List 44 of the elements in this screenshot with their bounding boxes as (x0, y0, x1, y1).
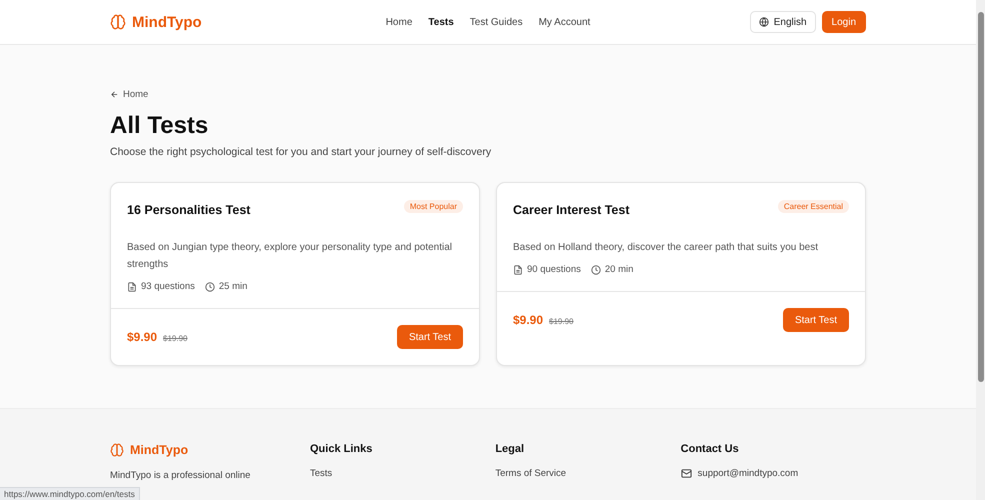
document-icon (127, 282, 137, 292)
back-link[interactable]: Home (110, 89, 866, 100)
old-price: $19.90 (163, 334, 188, 343)
footer-link[interactable]: Terms of Service (495, 468, 681, 479)
question-count: 90 questions (527, 264, 581, 275)
nav-link[interactable]: Home (386, 16, 412, 28)
footer-heading: Quick Links (310, 443, 374, 455)
question-count: 93 questions (141, 281, 195, 292)
clock-icon (590, 264, 601, 274)
test-badge: Career Essential (778, 200, 849, 213)
test-duration: 25 min (218, 281, 248, 292)
test-duration: 20 min (604, 264, 634, 275)
page-subtitle: Choose the right psychological test for you and start your journey of self-discovery (110, 146, 492, 158)
arrow-left-icon (110, 90, 119, 99)
price: $9.90 (127, 330, 158, 344)
clock-icon (204, 282, 215, 292)
globe-icon (758, 17, 769, 27)
start-test-button[interactable]: Start Test (396, 325, 463, 349)
nav-link[interactable]: Tests (428, 16, 454, 28)
footer-link[interactable]: Tests (310, 468, 496, 479)
language-button[interactable]: English (750, 11, 816, 33)
logo[interactable]: MindTypo (110, 14, 310, 30)
start-test-button[interactable]: Start Test (782, 308, 849, 332)
test-description: Based on Holland theory, discover the career path that suits you best (513, 241, 819, 255)
old-price: $19.90 (549, 317, 574, 326)
footer-heading: Legal (495, 443, 526, 455)
nav-link[interactable]: My Account (538, 16, 590, 28)
scrollbar[interactable] (976, 0, 985, 500)
test-name: 16 Personalities Test (127, 203, 250, 217)
footer-heading: Contact Us (680, 443, 740, 455)
test-badge: Most Popular (404, 200, 463, 213)
status-url: https://www.mindtypo.com/en/tests (0, 487, 140, 500)
price: $9.90 (513, 313, 544, 327)
contact-email[interactable]: support@mindtypo.com (698, 468, 798, 479)
login-button[interactable]: Login (822, 11, 866, 33)
test-description: Based on Jungian type theory, explore your personality type and potential strengths (127, 241, 454, 272)
nav-link[interactable]: Test Guides (470, 16, 523, 28)
mail-icon (680, 468, 692, 479)
page-title: All Tests (110, 112, 210, 140)
test-name: Career Interest Test (513, 203, 630, 217)
about-text: MindTypo is a professional online (110, 470, 252, 481)
brain-icon (110, 14, 126, 30)
brain-icon (110, 443, 124, 457)
document-icon (513, 264, 523, 274)
